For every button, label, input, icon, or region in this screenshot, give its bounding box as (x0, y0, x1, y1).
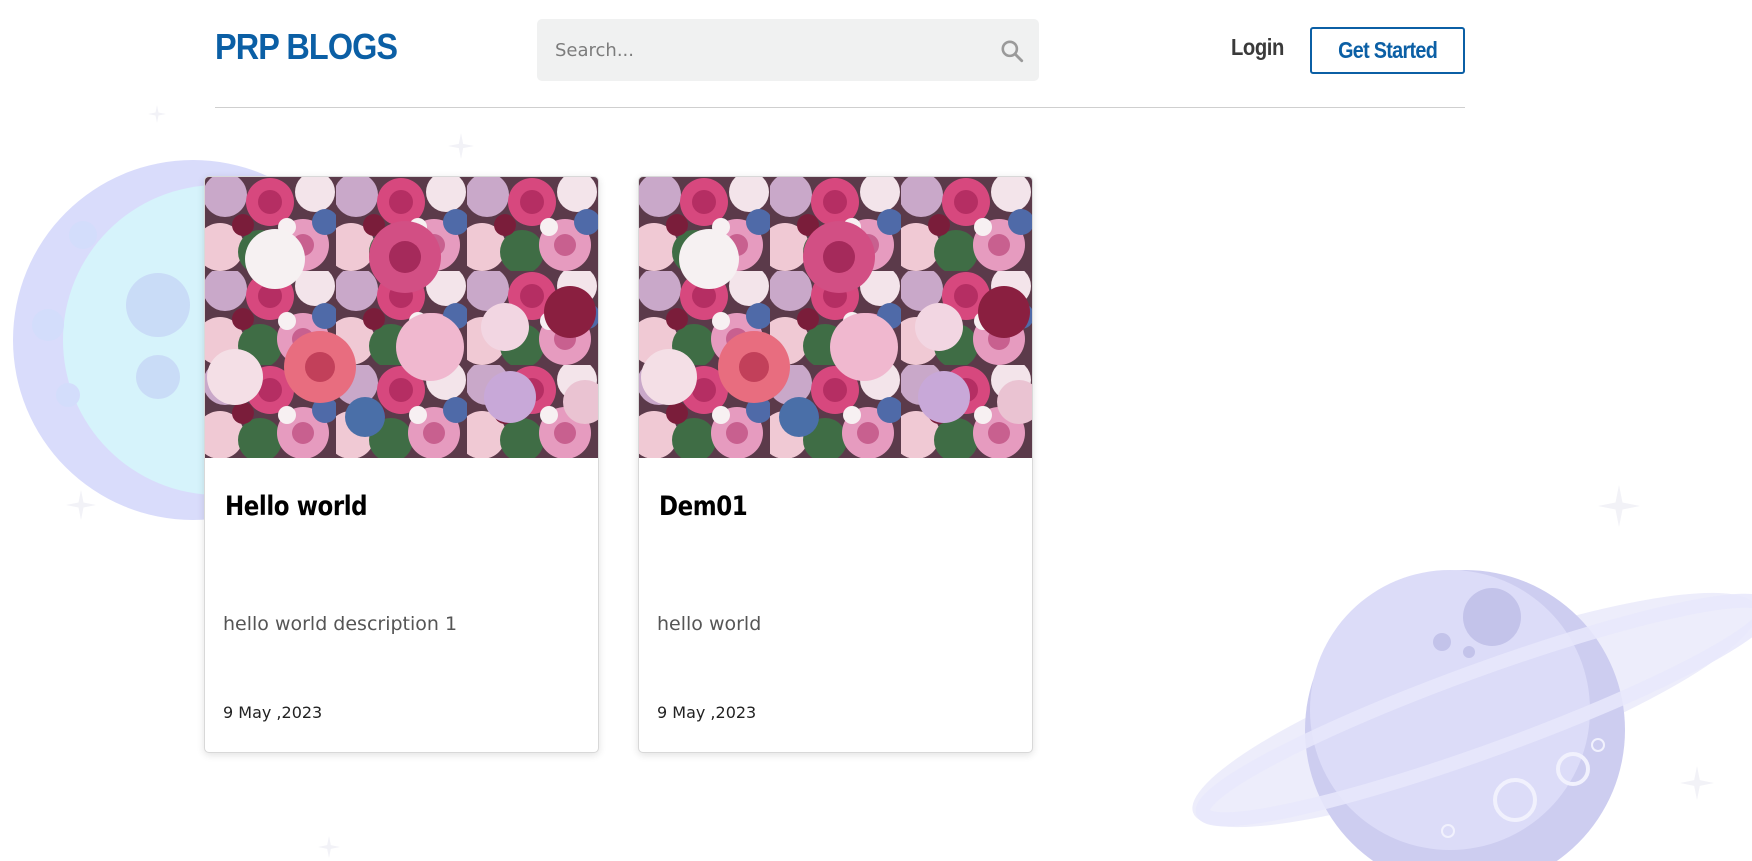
flower-bouquet-image (205, 177, 598, 458)
post-description: hello world description 1 (223, 613, 458, 635)
post-card[interactable]: Dem01 hello world 9 May ,2023 (638, 176, 1033, 753)
post-card[interactable]: Hello world hello world description 1 9 … (204, 176, 599, 753)
star-icon (148, 105, 166, 123)
flower-bouquet-image (639, 177, 1032, 458)
post-date: 9 May ,2023 (223, 703, 323, 722)
post-title[interactable]: Hello world (225, 491, 368, 522)
post-title[interactable]: Dem01 (659, 491, 748, 522)
search-icon[interactable] (999, 38, 1025, 64)
login-link[interactable]: Login (1231, 34, 1284, 61)
star-icon (1680, 766, 1714, 800)
site-logo[interactable]: PRP BLOGS (215, 26, 398, 68)
star-icon (1598, 485, 1640, 527)
search-bar[interactable] (537, 19, 1039, 81)
ringed-planet-illustration (1192, 570, 1752, 861)
header-divider (215, 107, 1465, 108)
site-header: PRP BLOGS Login Get Started (215, 0, 1465, 108)
get-started-button[interactable]: Get Started (1310, 27, 1465, 74)
star-icon (66, 490, 96, 520)
post-description: hello world (657, 613, 762, 635)
star-icon (448, 133, 474, 159)
get-started-label: Get Started (1337, 37, 1438, 63)
search-input[interactable] (537, 19, 977, 81)
post-date: 9 May ,2023 (657, 703, 757, 722)
blog-home-page: PRP BLOGS Login Get Started (0, 0, 1752, 861)
star-icon (318, 836, 340, 858)
